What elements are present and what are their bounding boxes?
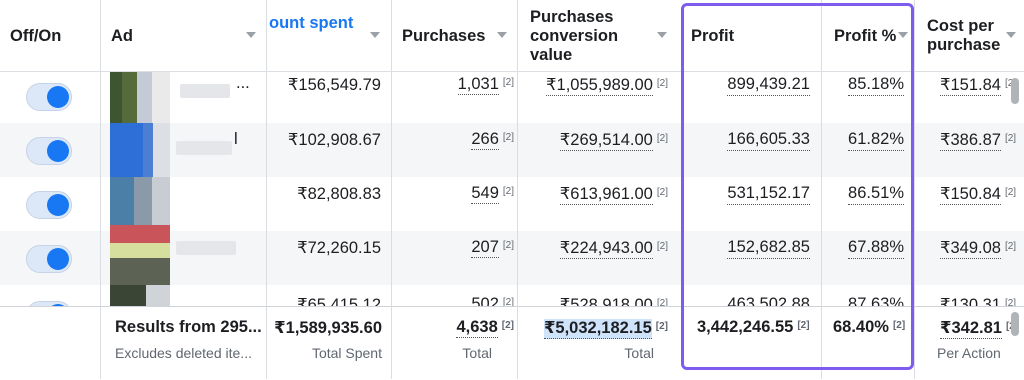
total-amount-spent: ₹1,589,935.60 <box>274 319 382 337</box>
col-header-cost-per-purchase[interactable]: Cost per purchase <box>915 0 1005 72</box>
purchases-value[interactable]: 207 <box>471 238 499 258</box>
col-header-conversion-label: Purchases conversion value <box>530 7 619 64</box>
total-conversion-value[interactable]: ₹5,032,182.15 <box>543 319 652 339</box>
total-conversion-cell: ₹5,032,182.15 [2] <box>543 318 668 339</box>
sort-amount-spent-icon[interactable] <box>370 32 380 38</box>
conversion-value[interactable]: ₹613,961.00 <box>559 185 653 205</box>
col-header-ad[interactable]: Ad <box>101 0 266 72</box>
sort-purchases-icon[interactable] <box>497 32 507 38</box>
conversion-value[interactable]: ₹269,514.00 <box>559 131 653 151</box>
purchases-cell: 266 [2] <box>471 130 514 150</box>
ad-thumbnail[interactable] <box>110 285 170 307</box>
conversion-value-ref: [2] <box>656 241 668 252</box>
toggle-knob <box>47 86 69 108</box>
conversion-value[interactable]: ₹224,943.00 <box>559 239 653 259</box>
footer-scrollbar[interactable] <box>1011 312 1019 336</box>
conversion-value-cell: ₹613,961.00 [2] <box>559 184 668 205</box>
amount-spent: ₹72,260.15 <box>297 239 381 257</box>
ad-name-redacted <box>180 84 230 98</box>
cost-ref: [2] <box>1004 133 1017 144</box>
ad-thumbnail[interactable] <box>110 225 170 285</box>
purchases-value[interactable]: 549 <box>471 184 499 204</box>
conversion-value-ref: [2] <box>656 78 668 89</box>
amount-spent: ₹102,908.67 <box>287 131 381 149</box>
col-header-off-on[interactable]: Off/On <box>0 0 100 72</box>
total-cost-cell: ₹342.81[2] <box>940 318 1018 339</box>
col-header-ad-label: Ad <box>111 26 133 45</box>
cost-per-purchase-value[interactable]: ₹386.87 <box>940 131 1001 151</box>
toggle-knob <box>47 194 69 216</box>
ad-status-toggle[interactable] <box>26 83 72 111</box>
purchases-value[interactable]: 1,031 <box>457 75 499 95</box>
cost-per-purchase-value[interactable]: ₹349.08 <box>940 239 1001 259</box>
conversion-value-cell: ₹1,055,989.00 [2] <box>546 75 668 96</box>
cost-per-purchase-cell: ₹349.08 [2] <box>940 238 1017 259</box>
ad-name-redacted <box>176 241 236 255</box>
ad-thumbnail[interactable] <box>110 177 170 231</box>
sort-conversion-value-icon[interactable] <box>657 32 667 38</box>
cost-per-purchase-cell: ₹151.84[2] <box>940 75 1016 96</box>
total-purchases-label: Total <box>462 345 492 361</box>
ad-status-toggle[interactable] <box>26 137 72 165</box>
conversion-value[interactable]: ₹1,055,989.00 <box>546 76 653 96</box>
total-purchases[interactable]: 4,638 <box>456 318 498 338</box>
vertical-scrollbar[interactable] <box>1011 78 1019 104</box>
amount-spent: ₹82,808.83 <box>297 185 381 203</box>
purchases-ref: [2] <box>502 132 514 143</box>
cost-per-purchase-cell: ₹150.84 [2] <box>940 184 1017 205</box>
total-conversion-label: Total <box>624 345 654 361</box>
purchases-ref: [2] <box>502 77 514 88</box>
ad-thumbnail[interactable] <box>110 123 170 177</box>
total-conversion-ref: [2] <box>655 321 668 332</box>
ad-name[interactable]: l <box>234 130 238 149</box>
conversion-value-cell: ₹224,943.00 [2] <box>559 238 668 259</box>
col-divider[interactable] <box>517 0 518 379</box>
results-summary: Results from 295... <box>115 318 262 336</box>
per-action-label: Per Action <box>937 345 1001 361</box>
ad-status-toggle[interactable] <box>26 191 72 219</box>
ad-name[interactable]: ... <box>236 74 250 93</box>
conversion-value-cell: ₹269,514.00 [2] <box>559 130 668 151</box>
col-header-purchases-label: Purchases <box>402 26 486 45</box>
col-divider[interactable] <box>266 0 267 379</box>
ad-name-redacted <box>176 141 232 155</box>
total-purchases-ref: [2] <box>501 320 514 331</box>
total-spent-label: Total Spent <box>311 345 382 361</box>
total-cost-per-purchase[interactable]: ₹342.81 <box>940 319 1002 339</box>
results-subtext: Excludes deleted ite... <box>115 345 252 361</box>
conversion-value-ref: [2] <box>656 133 668 144</box>
col-divider[interactable] <box>391 0 392 379</box>
purchases-cell: 1,031 [2] <box>457 75 514 95</box>
ad-status-toggle[interactable] <box>26 245 72 273</box>
amount-spent: ₹156,549.79 <box>287 76 381 94</box>
toggle-knob <box>47 140 69 162</box>
col-divider[interactable] <box>914 0 915 379</box>
col-divider[interactable] <box>100 0 101 379</box>
purchases-cell: 207 [2] <box>471 238 514 258</box>
cost-per-purchase-cell: ₹386.87 [2] <box>940 130 1017 151</box>
conversion-value-ref: [2] <box>656 187 668 198</box>
cost-ref: [2] <box>1004 187 1017 198</box>
purchases-value[interactable]: 266 <box>471 130 499 150</box>
cost-ref: [2] <box>1004 241 1017 252</box>
cost-per-purchase-value[interactable]: ₹150.84 <box>940 185 1001 205</box>
col-header-amount-spent-label: ount spent <box>269 14 354 32</box>
purchases-ref: [2] <box>502 240 514 251</box>
purchases-cell: 549 [2] <box>471 184 514 204</box>
sort-cost-icon[interactable] <box>1006 32 1016 38</box>
purchases-ref: [2] <box>502 186 514 197</box>
col-header-purchases-conversion-value[interactable]: Purchases conversion value <box>518 0 648 72</box>
col-header-cost-label: Cost per purchase <box>927 17 1001 54</box>
col-header-off-on-label: Off/On <box>10 26 62 45</box>
total-purchases-cell: 4,638 [2] <box>456 318 514 338</box>
cost-per-purchase-value[interactable]: ₹151.84 <box>940 76 1001 96</box>
profit-columns-highlight <box>681 3 914 370</box>
sort-ad-icon[interactable] <box>246 32 256 38</box>
toggle-knob <box>47 248 69 270</box>
